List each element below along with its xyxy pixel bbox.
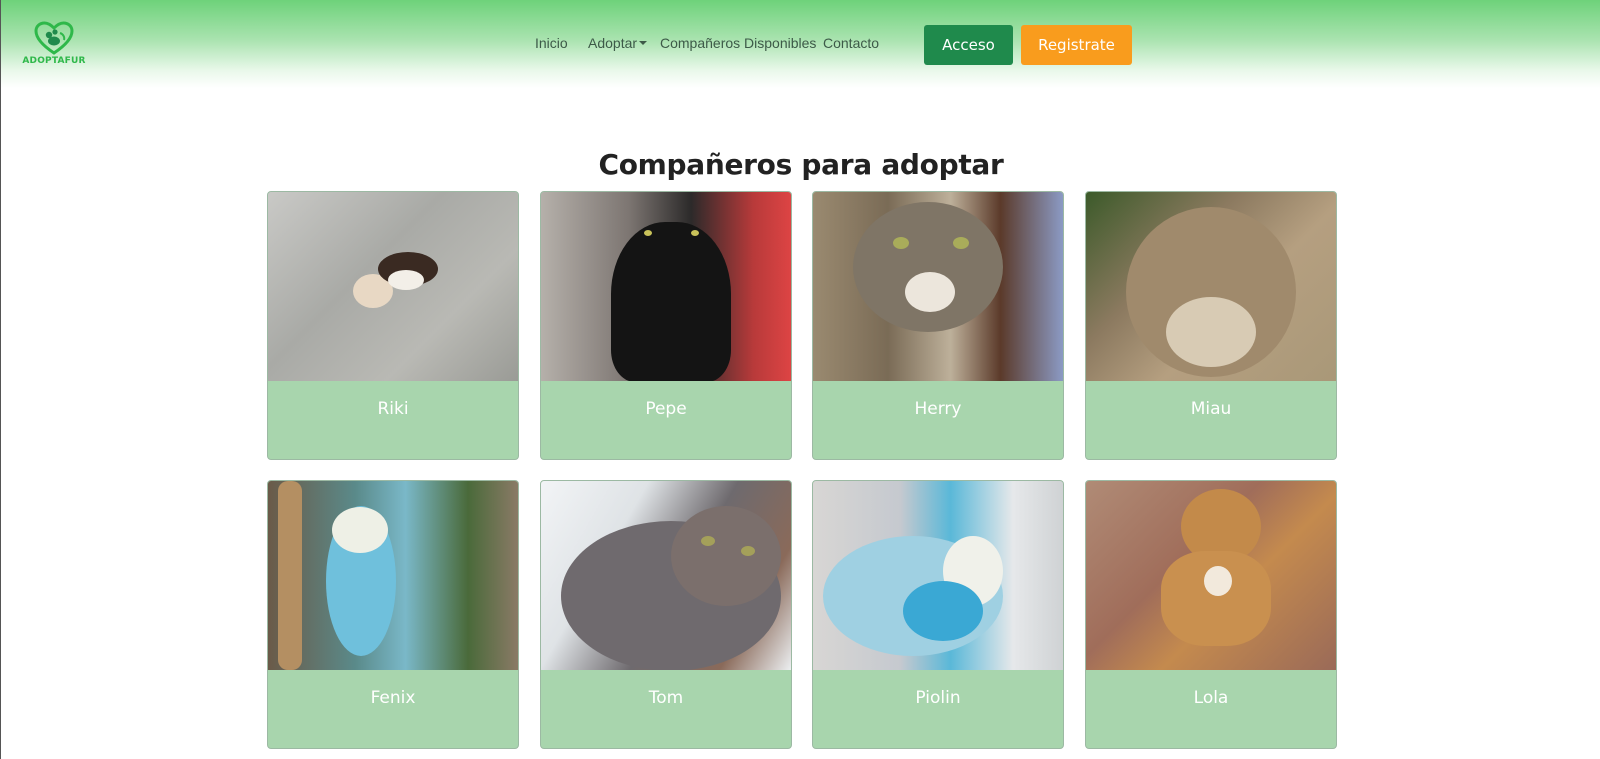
nav-inicio[interactable]: Inicio <box>535 35 568 51</box>
pet-name: Riki <box>377 399 409 419</box>
page-title: Compañeros para adoptar <box>598 148 1004 181</box>
nav-adoptar-label: Adoptar <box>588 35 638 51</box>
brand-logo[interactable]: ADOPTAFUR <box>21 21 87 71</box>
pet-card-lola[interactable]: Lola <box>1085 480 1337 749</box>
grey-cat-photo <box>541 481 791 670</box>
pet-card-miau[interactable]: Miau <box>1085 191 1337 460</box>
pet-name: Lola <box>1193 688 1229 708</box>
register-button[interactable]: Registrate <box>1021 25 1132 65</box>
pet-card-tom[interactable]: Tom <box>540 480 792 749</box>
black-cat-photo <box>541 192 791 381</box>
long-hair-cat-photo <box>1086 192 1336 381</box>
nav-adoptar[interactable]: Adoptar <box>588 35 648 51</box>
pet-card-riki[interactable]: Riki <box>267 191 519 460</box>
pet-name: Piolin <box>915 688 961 708</box>
pet-card-herry[interactable]: Herry <box>812 191 1064 460</box>
nav-contacto[interactable]: Contacto <box>823 35 879 51</box>
pet-name: Pepe <box>645 399 687 419</box>
pet-card-piolin[interactable]: Piolin <box>812 480 1064 749</box>
login-button[interactable]: Acceso <box>924 25 1013 65</box>
pet-card-pepe[interactable]: Pepe <box>540 191 792 460</box>
blue-parakeet-photo <box>268 481 518 670</box>
caret-down-icon <box>639 41 648 46</box>
pet-name: Fenix <box>370 688 416 708</box>
top-navbar: ADOPTAFUR Inicio Adoptar Compañeros Disp… <box>1 0 1600 88</box>
pet-name: Miau <box>1190 399 1232 419</box>
brand-name: ADOPTAFUR <box>22 56 86 66</box>
pet-name: Tom <box>648 688 684 708</box>
pet-card-fenix[interactable]: Fenix <box>267 480 519 749</box>
tan-dog-photo <box>1086 481 1336 670</box>
heart-paw-icon <box>34 21 74 55</box>
tabby-cat-photo <box>813 192 1063 381</box>
pet-name: Herry <box>914 399 962 419</box>
beagle-dog-photo <box>268 192 518 381</box>
nav-companeros-disponibles[interactable]: Compañeros Disponibles <box>660 35 816 51</box>
parakeet-photo <box>813 481 1063 670</box>
